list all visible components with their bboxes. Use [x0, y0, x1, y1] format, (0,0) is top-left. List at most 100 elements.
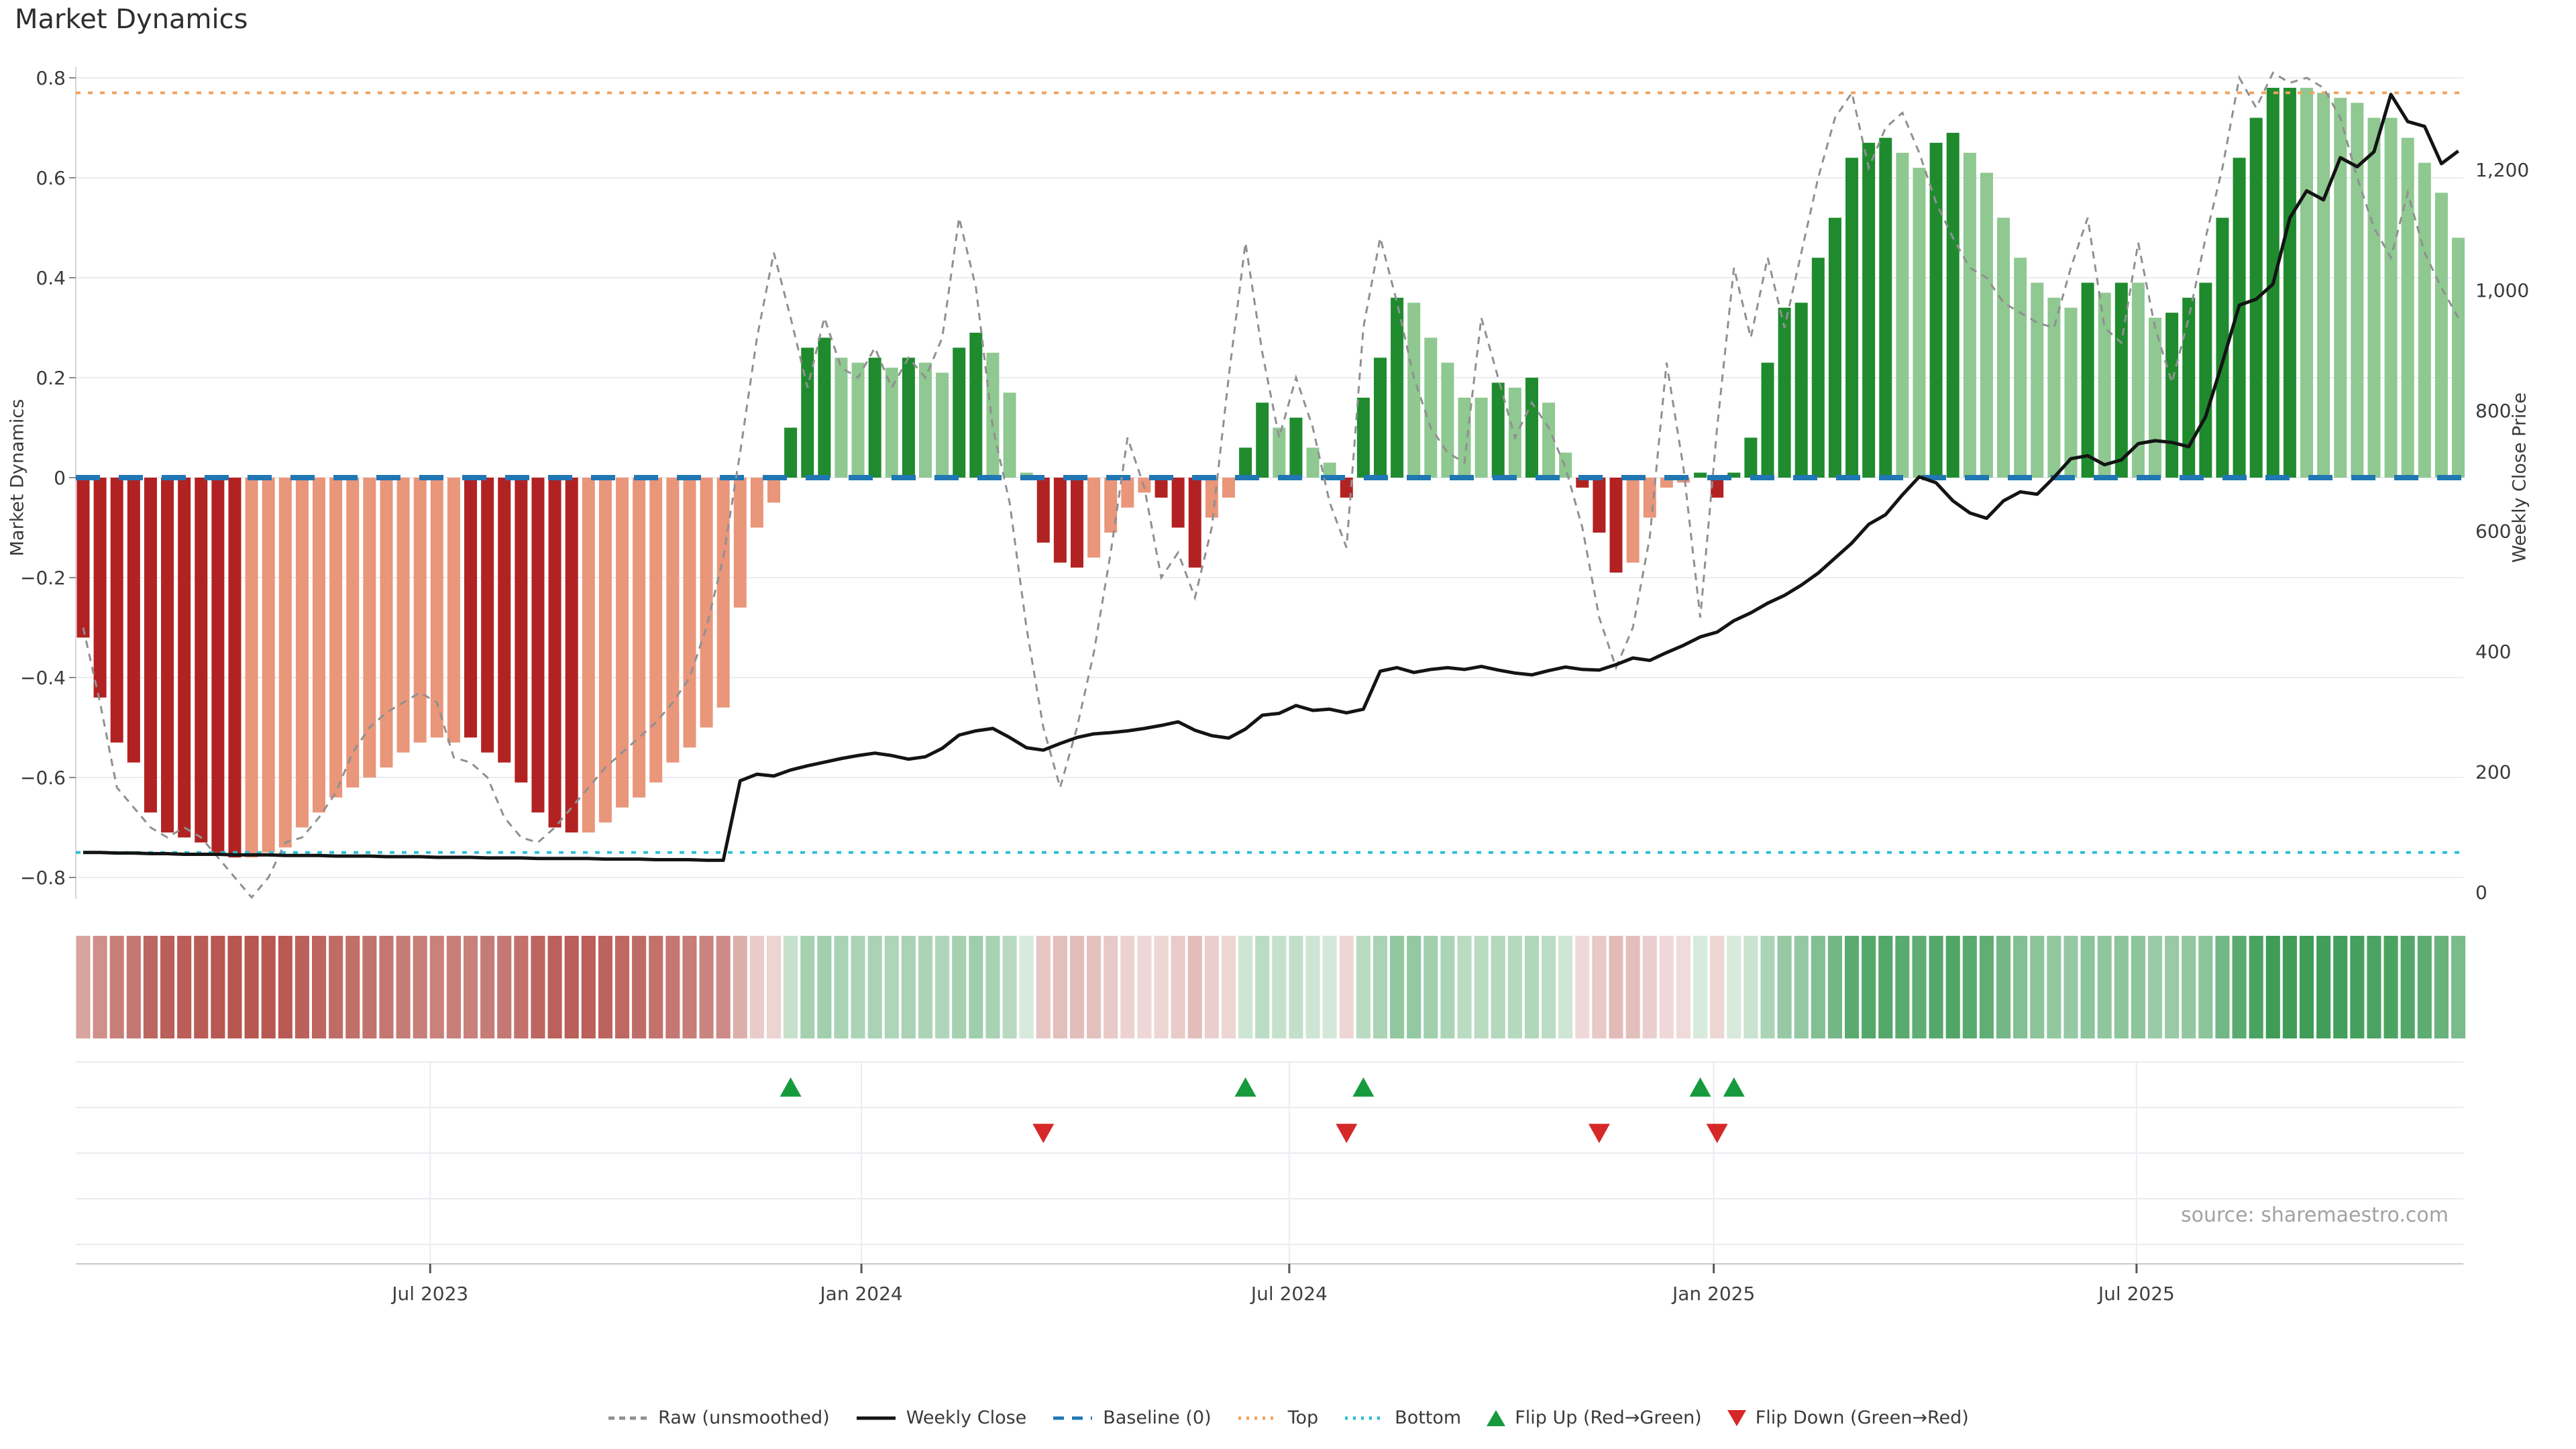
dynamics-bar — [296, 478, 309, 828]
dynamics-bar — [1812, 258, 1825, 478]
heatmap-cell — [700, 936, 714, 1038]
heatmap-cell — [1137, 936, 1151, 1038]
heatmap-cell — [447, 936, 461, 1038]
tick-label: −0.4 — [20, 667, 66, 689]
heatmap-cell — [1676, 936, 1690, 1038]
dynamics-bar — [1913, 168, 1925, 478]
heatmap-cell — [784, 936, 798, 1038]
dynamics-bar — [1610, 478, 1623, 573]
dynamics-bar — [1424, 337, 1437, 478]
dynamics-bar — [1795, 303, 1808, 478]
dynamics-bar — [1205, 478, 1218, 518]
dynamics-bar — [515, 478, 527, 782]
flip-up-icon — [780, 1077, 802, 1097]
heatmap-cell — [464, 936, 478, 1038]
legend-item-dot-orange: Top — [1237, 1407, 1319, 1428]
heatmap-cell — [868, 936, 882, 1038]
dynamics-bar — [666, 478, 679, 763]
dynamics-bar — [1778, 308, 1791, 478]
flip-down-icon — [1589, 1124, 1610, 1143]
dynamics-bar — [397, 478, 410, 753]
heatmap-cell — [733, 936, 747, 1038]
heatmap-cell — [615, 936, 629, 1038]
heatmap-cell — [2030, 936, 2044, 1038]
heatmap-cell — [76, 936, 90, 1038]
tick-label: 0 — [2475, 881, 2487, 904]
heatmap-cell — [682, 936, 696, 1038]
right-axis-title-text: Weekly Close Price — [2510, 392, 2530, 563]
dynamics-bar — [1930, 143, 1943, 478]
tick-label: −0.2 — [20, 567, 66, 589]
legend-item-dash-gray: Raw (unsmoothed) — [607, 1407, 830, 1428]
dynamics-bar — [1744, 437, 1757, 478]
flip-down-icon — [1707, 1124, 1728, 1143]
dynamics-bar — [784, 428, 797, 478]
tick-label: 0.6 — [36, 167, 66, 189]
dynamics-bar — [1172, 478, 1185, 528]
heatmap-cell — [2333, 936, 2347, 1038]
heatmap-cell — [952, 936, 966, 1038]
heatmap-cell — [227, 936, 241, 1038]
dynamics-bar — [531, 478, 544, 812]
heatmap-cell — [1238, 936, 1252, 1038]
heatmap-cell — [750, 936, 764, 1038]
tick-label: 0.2 — [36, 367, 66, 389]
dynamics-bar — [599, 478, 612, 822]
lower-panel-gridlines — [76, 1062, 2463, 1264]
heatmap-cell — [2098, 936, 2112, 1038]
heatmap-cell — [127, 936, 141, 1038]
tick-label: Jan 2024 — [818, 1283, 902, 1305]
tick-label: 600 — [2475, 521, 2511, 543]
flip-up-icon — [1235, 1077, 1256, 1097]
heatmap-cell — [1440, 936, 1454, 1038]
dynamics-bar — [649, 478, 662, 782]
dynamics-bars — [77, 88, 2465, 857]
dynamics-bar — [566, 478, 578, 833]
heatmap-cell — [278, 936, 292, 1038]
heatmap-cell — [2182, 936, 2196, 1038]
dynamics-bar — [447, 478, 460, 743]
dynamics-bar — [2317, 93, 2330, 478]
dynamics-bar — [1896, 153, 1909, 478]
heatmap-cell — [1558, 936, 1572, 1038]
heatmap-cell — [245, 936, 259, 1038]
heatmap-cell — [1592, 936, 1606, 1038]
heatmap-cell — [985, 936, 1000, 1038]
dynamics-bar — [1374, 358, 1387, 478]
heatmap-cell — [1255, 936, 1269, 1038]
heatmap-cell — [885, 936, 899, 1038]
flip-down-icon — [1336, 1124, 1357, 1143]
dynamics-bar — [633, 478, 645, 798]
heatmap-cell — [935, 936, 949, 1038]
legend-item-tri-up: Flip Up (Red→Green) — [1487, 1407, 1702, 1428]
heatmap-cell — [2081, 936, 2095, 1038]
dynamics-bar — [1762, 363, 1774, 478]
dynamics-bar — [2098, 292, 2111, 478]
heatmap-cell — [1340, 936, 1354, 1038]
heatmap-cell — [1508, 936, 1522, 1038]
heatmap-cell — [194, 936, 208, 1038]
dynamics-bar — [919, 363, 932, 478]
tick-label: 800 — [2475, 400, 2511, 422]
tick-label: 400 — [2475, 641, 2511, 663]
dynamics-bar — [77, 478, 90, 637]
tick-label: 1,200 — [2475, 159, 2529, 181]
heatmap-cell — [1002, 936, 1016, 1038]
dynamics-bar — [346, 478, 359, 788]
tick-label: 0 — [54, 467, 66, 489]
dynamics-bar — [2064, 308, 2077, 478]
dynamics-bar — [246, 478, 258, 857]
heatmap-cell — [598, 936, 612, 1038]
dynamics-bar — [953, 347, 965, 478]
tick-label: Jul 2024 — [1250, 1283, 1328, 1305]
dynamics-bar — [852, 363, 865, 478]
dynamics-bar — [1289, 418, 1302, 478]
heatmap-cell — [1710, 936, 1724, 1038]
heatmap-cell — [1491, 936, 1505, 1038]
heatmap-cell — [1222, 936, 1236, 1038]
heatmap-cell — [1929, 936, 1943, 1038]
dynamics-bar — [936, 373, 949, 478]
dynamics-bar — [767, 478, 780, 502]
heatmap-cell — [160, 936, 174, 1038]
heatmap-cell — [834, 936, 848, 1038]
